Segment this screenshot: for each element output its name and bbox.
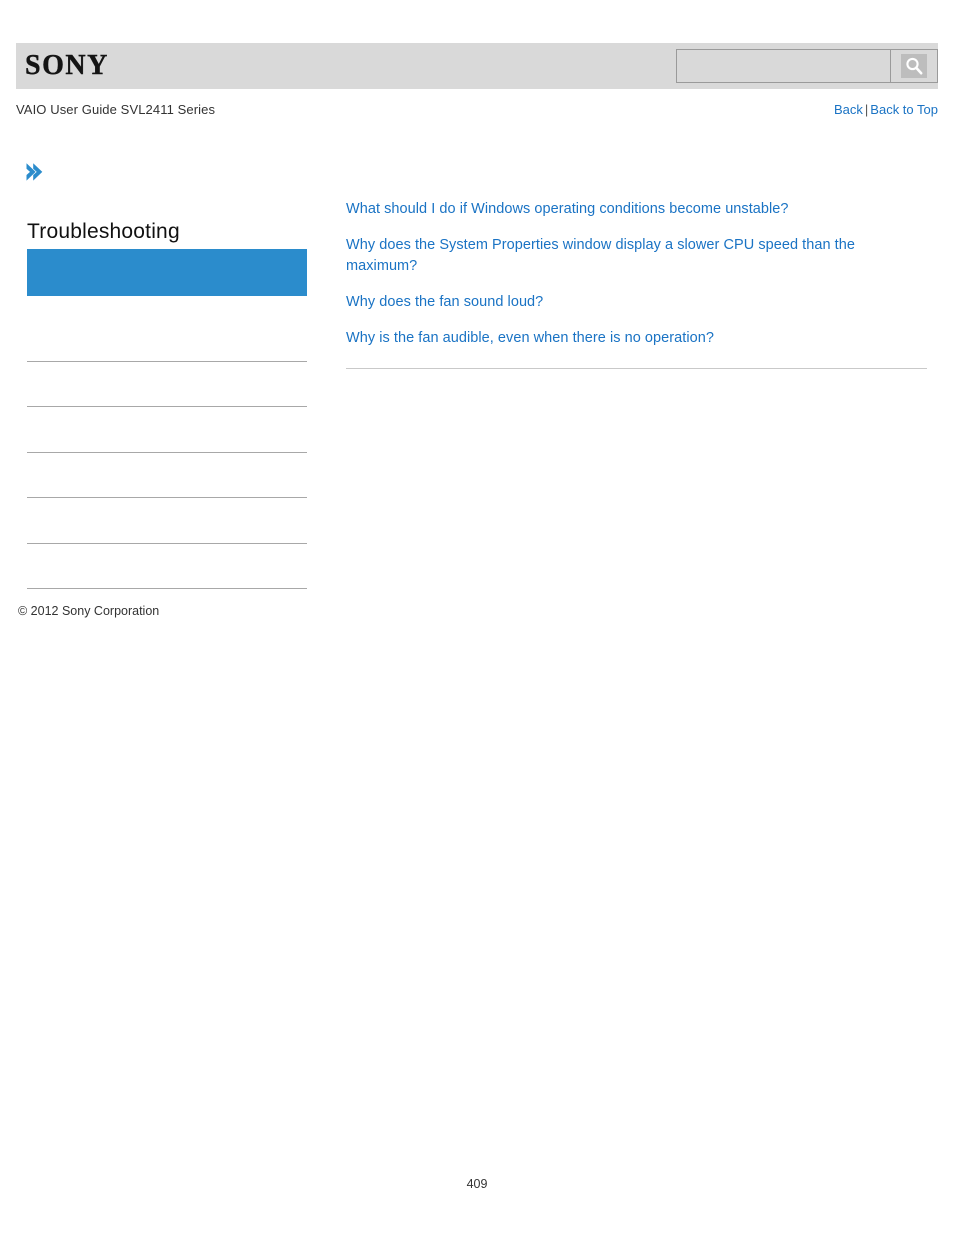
topic-link[interactable]: Why does the fan sound loud? (346, 292, 927, 313)
search-button[interactable] (890, 49, 938, 83)
search-input[interactable] (676, 49, 890, 83)
topic-link-list: What should I do if Windows operating co… (346, 199, 927, 349)
sidebar-item[interactable] (27, 362, 307, 407)
sony-logo: SONY (25, 50, 109, 81)
copyright-text: © 2012 Sony Corporation (18, 604, 160, 618)
sidebar-item[interactable] (27, 498, 307, 544)
back-link[interactable]: Back (834, 102, 863, 117)
topic-link[interactable]: What should I do if Windows operating co… (346, 199, 927, 220)
sidebar-item[interactable] (27, 544, 307, 589)
sidebar-item-selected[interactable] (27, 249, 307, 296)
sidebar-item[interactable] (27, 453, 307, 498)
sidebar-item[interactable] (27, 407, 307, 453)
sidebar: Troubleshooting (27, 218, 307, 296)
topic-link[interactable]: Why does the System Properties window di… (346, 235, 927, 277)
sidebar-item[interactable] (27, 316, 307, 362)
double-chevron-right-icon (24, 161, 44, 183)
page-root: SONY VAIO User Guide SVL2411 Series Back… (0, 0, 954, 1235)
header-nav: Back | Back to Top (834, 102, 938, 117)
search-icon (901, 54, 927, 78)
search-box (676, 49, 938, 83)
page-number: 409 (466, 1177, 488, 1191)
back-to-top-link[interactable]: Back to Top (870, 102, 938, 117)
guide-title: VAIO User Guide SVL2411 Series (16, 102, 216, 117)
sidebar-section-title: Troubleshooting (27, 220, 180, 243)
sidebar-item-list (27, 316, 307, 589)
topic-link[interactable]: Why is the fan audible, even when there … (346, 328, 927, 349)
content-divider (346, 368, 927, 369)
